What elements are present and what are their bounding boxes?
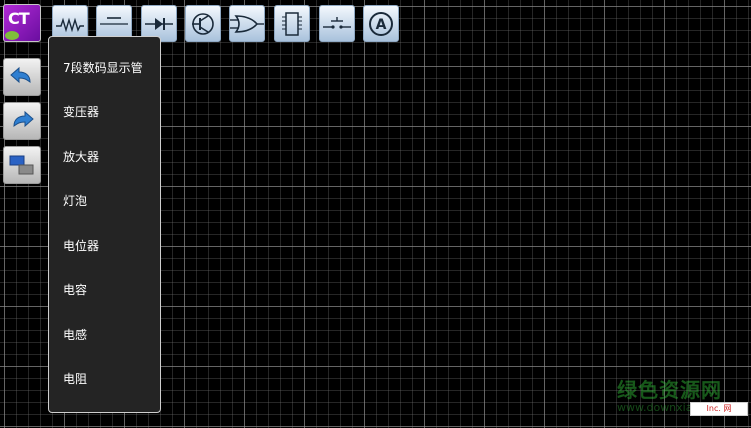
app-logo: CT (3, 4, 41, 42)
transistor-tool-button[interactable] (185, 5, 221, 42)
layers-button[interactable] (3, 146, 41, 184)
component-menu: 7段数码显示管 变压器 放大器 灯泡 电位器 电容 电感 电阻 (48, 36, 161, 413)
menu-item-amplifier[interactable]: 放大器 (63, 148, 99, 165)
diode-icon (145, 17, 173, 30)
watermark-text: 绿色资源网 (617, 378, 722, 402)
menu-item-bulb[interactable]: 灯泡 (63, 192, 87, 209)
undo-button[interactable] (3, 58, 41, 96)
ic-chip-icon (282, 11, 302, 36)
capacitor-icon (100, 16, 128, 25)
resistor-icon (56, 17, 84, 32)
menu-item-7-segment-display[interactable]: 7段数码显示管 (63, 59, 143, 76)
layers-icon (9, 155, 34, 175)
undo-icon (10, 66, 31, 84)
logo-leaf-icon (5, 31, 19, 40)
logo-text: CT (8, 9, 30, 28)
ammeter-icon: A (369, 11, 393, 36)
redo-button[interactable] (3, 102, 41, 140)
or-gate-tool-button[interactable] (229, 5, 265, 42)
ammeter-tool-button[interactable]: A (363, 5, 399, 42)
menu-item-resistor[interactable]: 电阻 (63, 370, 87, 387)
menu-item-capacitor[interactable]: 电容 (63, 281, 87, 298)
transistor-icon (192, 12, 214, 35)
switch-icon (323, 16, 351, 29)
ammeter-label: A (376, 17, 387, 33)
menu-item-potentiometer[interactable]: 电位器 (63, 237, 99, 254)
or-gate-icon (230, 14, 264, 33)
switch-tool-button[interactable] (319, 5, 355, 42)
ic-chip-tool-button[interactable] (274, 5, 310, 42)
menu-item-transformer[interactable]: 变压器 (63, 103, 99, 120)
menu-item-inductor[interactable]: 电感 (63, 326, 87, 343)
redo-icon (13, 110, 34, 128)
watermark-badge: Inc. 网 (690, 402, 748, 416)
